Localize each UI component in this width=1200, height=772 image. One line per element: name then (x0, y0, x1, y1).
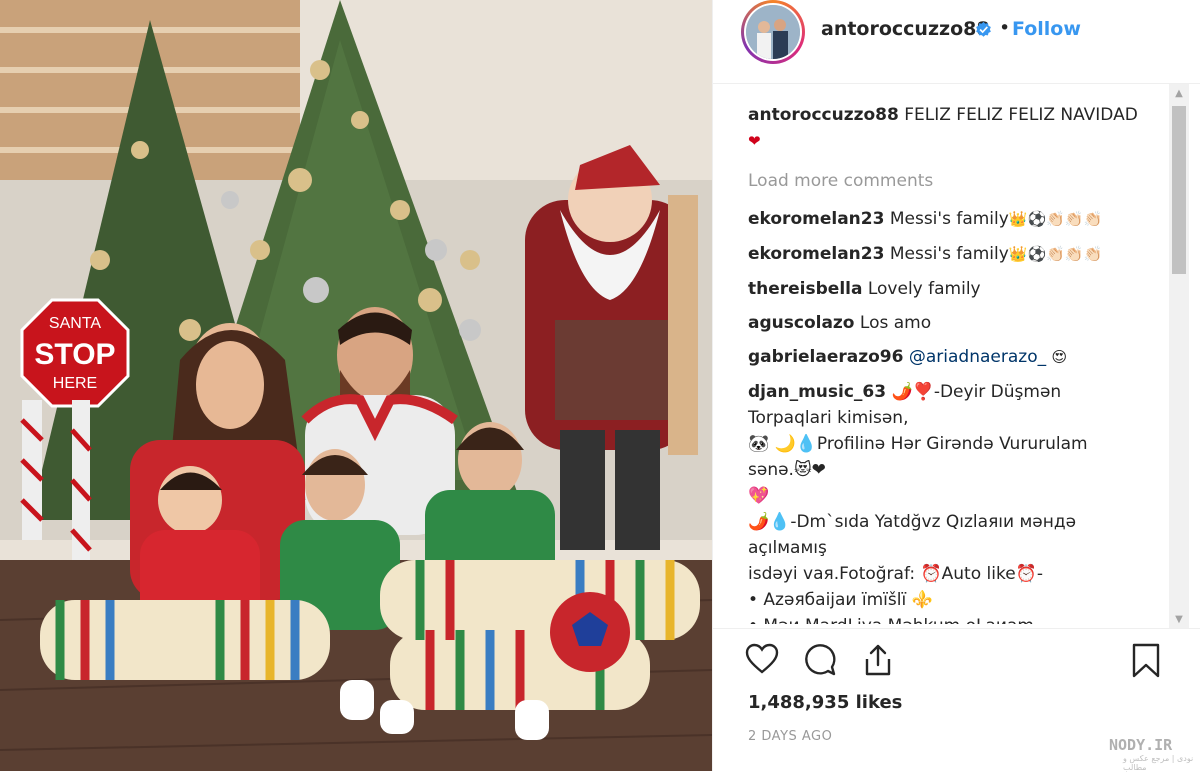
comment: aguscolazo Los amo (748, 310, 1148, 336)
comment-mention-link[interactable]: @ariadnaerazo_ (909, 347, 1046, 367)
comment-username[interactable]: ekoromelan23 (748, 244, 884, 264)
scroll-down-icon[interactable]: ▼ (1169, 610, 1189, 628)
post-side-panel: antoroccuzzo88 • Follow antoroccuzzo88 F… (712, 0, 1200, 772)
share-icon[interactable] (861, 643, 895, 677)
avatar-image (746, 5, 800, 59)
header-username[interactable]: antoroccuzzo88 (821, 18, 990, 40)
comments-scrollbar[interactable]: ▲ ▼ (1169, 84, 1189, 628)
comment-text-line: isdəyi vaя.Fotoğraf: ⏰Auto like⏰- (748, 564, 1043, 584)
post-timestamp[interactable]: 2 DAYS AGO (748, 729, 832, 744)
comment-text-line: 🐼 🌙💧Profilinə Hər Girəndə Vururulam sənə… (748, 434, 1088, 480)
comment: thereisbella Lovely family (748, 276, 1148, 302)
comment-username[interactable]: ekoromelan23 (748, 209, 884, 229)
bookmark-icon[interactable] (1131, 643, 1161, 679)
post-actions (713, 628, 1200, 692)
comment-username[interactable]: aguscolazo (748, 313, 855, 333)
caption-username[interactable]: antoroccuzzo88 (748, 105, 899, 125)
comment-text-line: 💖 (748, 486, 770, 506)
avatar[interactable] (741, 0, 805, 64)
comment-text-line: • Azəябaijaи ïmïšlï ⚜️ (748, 590, 933, 610)
comment-text: Los amo (859, 313, 932, 333)
comment-text: Messi's family (889, 244, 1009, 264)
comment-username[interactable]: djan_music_63 (748, 382, 886, 402)
comment: djan_music_63 🌶️❣️-Deyir Düşmən Torpaqla… (748, 379, 1108, 624)
heart-emoji: ❤ (748, 132, 761, 150)
verified-icon (976, 21, 991, 37)
watermark-subtitle: نودی | مرجع عکس و مطالب (1123, 754, 1194, 772)
sign-text-bottom: HERE (53, 375, 97, 392)
comment-text: Lovely family (867, 279, 981, 299)
watermark: NODY.IR (1109, 736, 1173, 754)
post-caption: antoroccuzzo88 FELIZ FELIZ FELIZ NAVIDAD… (748, 102, 1148, 154)
comment: gabrielaerazo96 @ariadnaerazo_ 😍 (748, 344, 1148, 370)
heart-icon[interactable] (745, 643, 779, 675)
comment-text-line: 🌶️💧-Dm`sıda Yatdğvz Qızlaяıи мəндə açılм… (748, 512, 1077, 558)
likes-count[interactable]: 1,488,935 likes (748, 692, 902, 713)
header-separator: • (999, 17, 1011, 39)
caption-text: FELIZ FELIZ FELIZ NAVIDAD (904, 105, 1138, 125)
comment-text: Messi's family (889, 209, 1009, 229)
comment-emoji: 😍 (1051, 348, 1068, 366)
scroll-up-icon[interactable]: ▲ (1169, 84, 1189, 102)
sign-text-top: SANTA (49, 315, 101, 332)
comment: ekoromelan23 Messi's family👑⚽👏🏻👏🏻👏🏻 (748, 206, 1148, 232)
follow-button[interactable]: Follow (1012, 18, 1081, 40)
comment-emoji: 👑⚽👏🏻👏🏻👏🏻 (1008, 245, 1103, 263)
post-photo[interactable]: SANTA STOP HERE (0, 0, 712, 771)
load-more-comments-button[interactable]: Load more comments (748, 168, 1148, 194)
comment-text-line: • Məи MardLiya Məhkum oLaиam (748, 616, 1034, 624)
comments-list[interactable]: antoroccuzzo88 FELIZ FELIZ FELIZ NAVIDAD… (713, 84, 1185, 624)
post-header: antoroccuzzo88 • Follow (713, 0, 1200, 84)
comment-username[interactable]: gabrielaerazo96 (748, 347, 903, 367)
scrollbar-thumb[interactable] (1172, 106, 1186, 274)
comment-emoji: 👑⚽👏🏻👏🏻👏🏻 (1008, 210, 1103, 228)
sign-text-middle: STOP (34, 338, 115, 371)
comment-username[interactable]: thereisbella (748, 279, 862, 299)
comment-icon[interactable] (803, 643, 837, 677)
post-photo-art: SANTA STOP HERE (0, 0, 712, 771)
comment: ekoromelan23 Messi's family👑⚽👏🏻👏🏻👏🏻 (748, 241, 1148, 267)
